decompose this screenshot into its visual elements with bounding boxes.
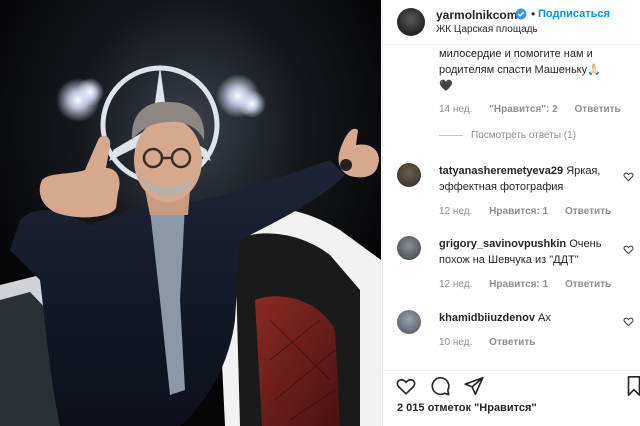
commenter-username[interactable]: khamidbiiuzdenov bbox=[439, 312, 535, 324]
reply-button[interactable]: Ответить bbox=[565, 206, 611, 217]
author-username[interactable]: yarmolnikcom bbox=[436, 8, 517, 22]
heart-icon[interactable] bbox=[395, 375, 417, 397]
caption-line: 🖤 bbox=[439, 80, 453, 92]
verified-badge-icon bbox=[515, 8, 527, 20]
post-photo[interactable] bbox=[0, 0, 381, 426]
post-header: yarmolnikcom • Подписаться ЖК Царская пл… bbox=[383, 0, 640, 45]
reply-button[interactable]: Ответить bbox=[489, 337, 535, 348]
caption-text: милосердие и помогите нам и родителям сп… bbox=[439, 46, 635, 94]
comment-text: tatyanasheremetyeva29 Яркая, эффектная ф… bbox=[439, 165, 601, 193]
small-heart-icon[interactable] bbox=[623, 316, 634, 327]
comment-meta: 12 нед. Нравится: 1 Ответить bbox=[439, 206, 625, 217]
separator-dot: • bbox=[531, 7, 536, 21]
comment-meta: 12 нед. Нравится: 1 Ответить bbox=[439, 279, 625, 290]
photo-illustration bbox=[0, 0, 381, 426]
comment-likes[interactable]: Нравится: 1 bbox=[489, 206, 548, 217]
comment-time[interactable]: 12 нед. bbox=[439, 206, 472, 217]
commenter-avatar[interactable] bbox=[397, 310, 421, 334]
bookmark-icon[interactable] bbox=[627, 375, 640, 397]
caption-meta: 14 нед. "Нравится": 2 Ответить bbox=[439, 104, 635, 115]
comment-time[interactable]: 12 нед. bbox=[439, 279, 472, 290]
post-location[interactable]: ЖК Царская площадь bbox=[436, 24, 538, 35]
comment-icon[interactable] bbox=[429, 375, 451, 397]
comment-time[interactable]: 10 нед. bbox=[439, 337, 472, 348]
caption-likes[interactable]: "Нравится": 2 bbox=[489, 104, 558, 115]
replies-line bbox=[439, 134, 463, 136]
author-avatar[interactable] bbox=[397, 8, 425, 36]
pray-emoji: 🙏🏻 bbox=[587, 64, 601, 76]
post-actions bbox=[383, 370, 640, 399]
small-heart-icon[interactable] bbox=[623, 171, 634, 182]
reply-button[interactable]: Ответить bbox=[574, 104, 620, 115]
comment-text: grigory_savinovpushkin Очень похож на Ше… bbox=[439, 238, 602, 266]
reply-button[interactable]: Ответить bbox=[565, 279, 611, 290]
commenter-username[interactable]: tatyanasheremetyeva29 bbox=[439, 165, 563, 177]
share-icon[interactable] bbox=[463, 375, 485, 397]
commenter-avatar[interactable] bbox=[397, 163, 421, 187]
small-heart-icon[interactable] bbox=[623, 244, 634, 255]
caption-line: милосердие и помогите нам и bbox=[439, 48, 593, 60]
comment-text: khamidbiiuzdenov Ах bbox=[439, 312, 551, 324]
commenter-avatar[interactable] bbox=[397, 236, 421, 260]
likes-count[interactable]: 2 015 отметок "Нравится" bbox=[397, 402, 537, 414]
follow-button[interactable]: Подписаться bbox=[538, 8, 610, 20]
caption-line: родителям спасти Машеньку🙏🏻 bbox=[439, 64, 601, 76]
comment-likes[interactable]: Нравится: 1 bbox=[489, 279, 548, 290]
comment-meta: 10 нед. Ответить bbox=[439, 337, 549, 348]
caption-time[interactable]: 14 нед. bbox=[439, 104, 472, 115]
view-replies[interactable]: Посмотреть ответы (1) bbox=[439, 130, 576, 141]
post-side-panel: yarmolnikcom • Подписаться ЖК Царская пл… bbox=[382, 0, 640, 426]
commenter-username[interactable]: grigory_savinovpushkin bbox=[439, 238, 566, 250]
